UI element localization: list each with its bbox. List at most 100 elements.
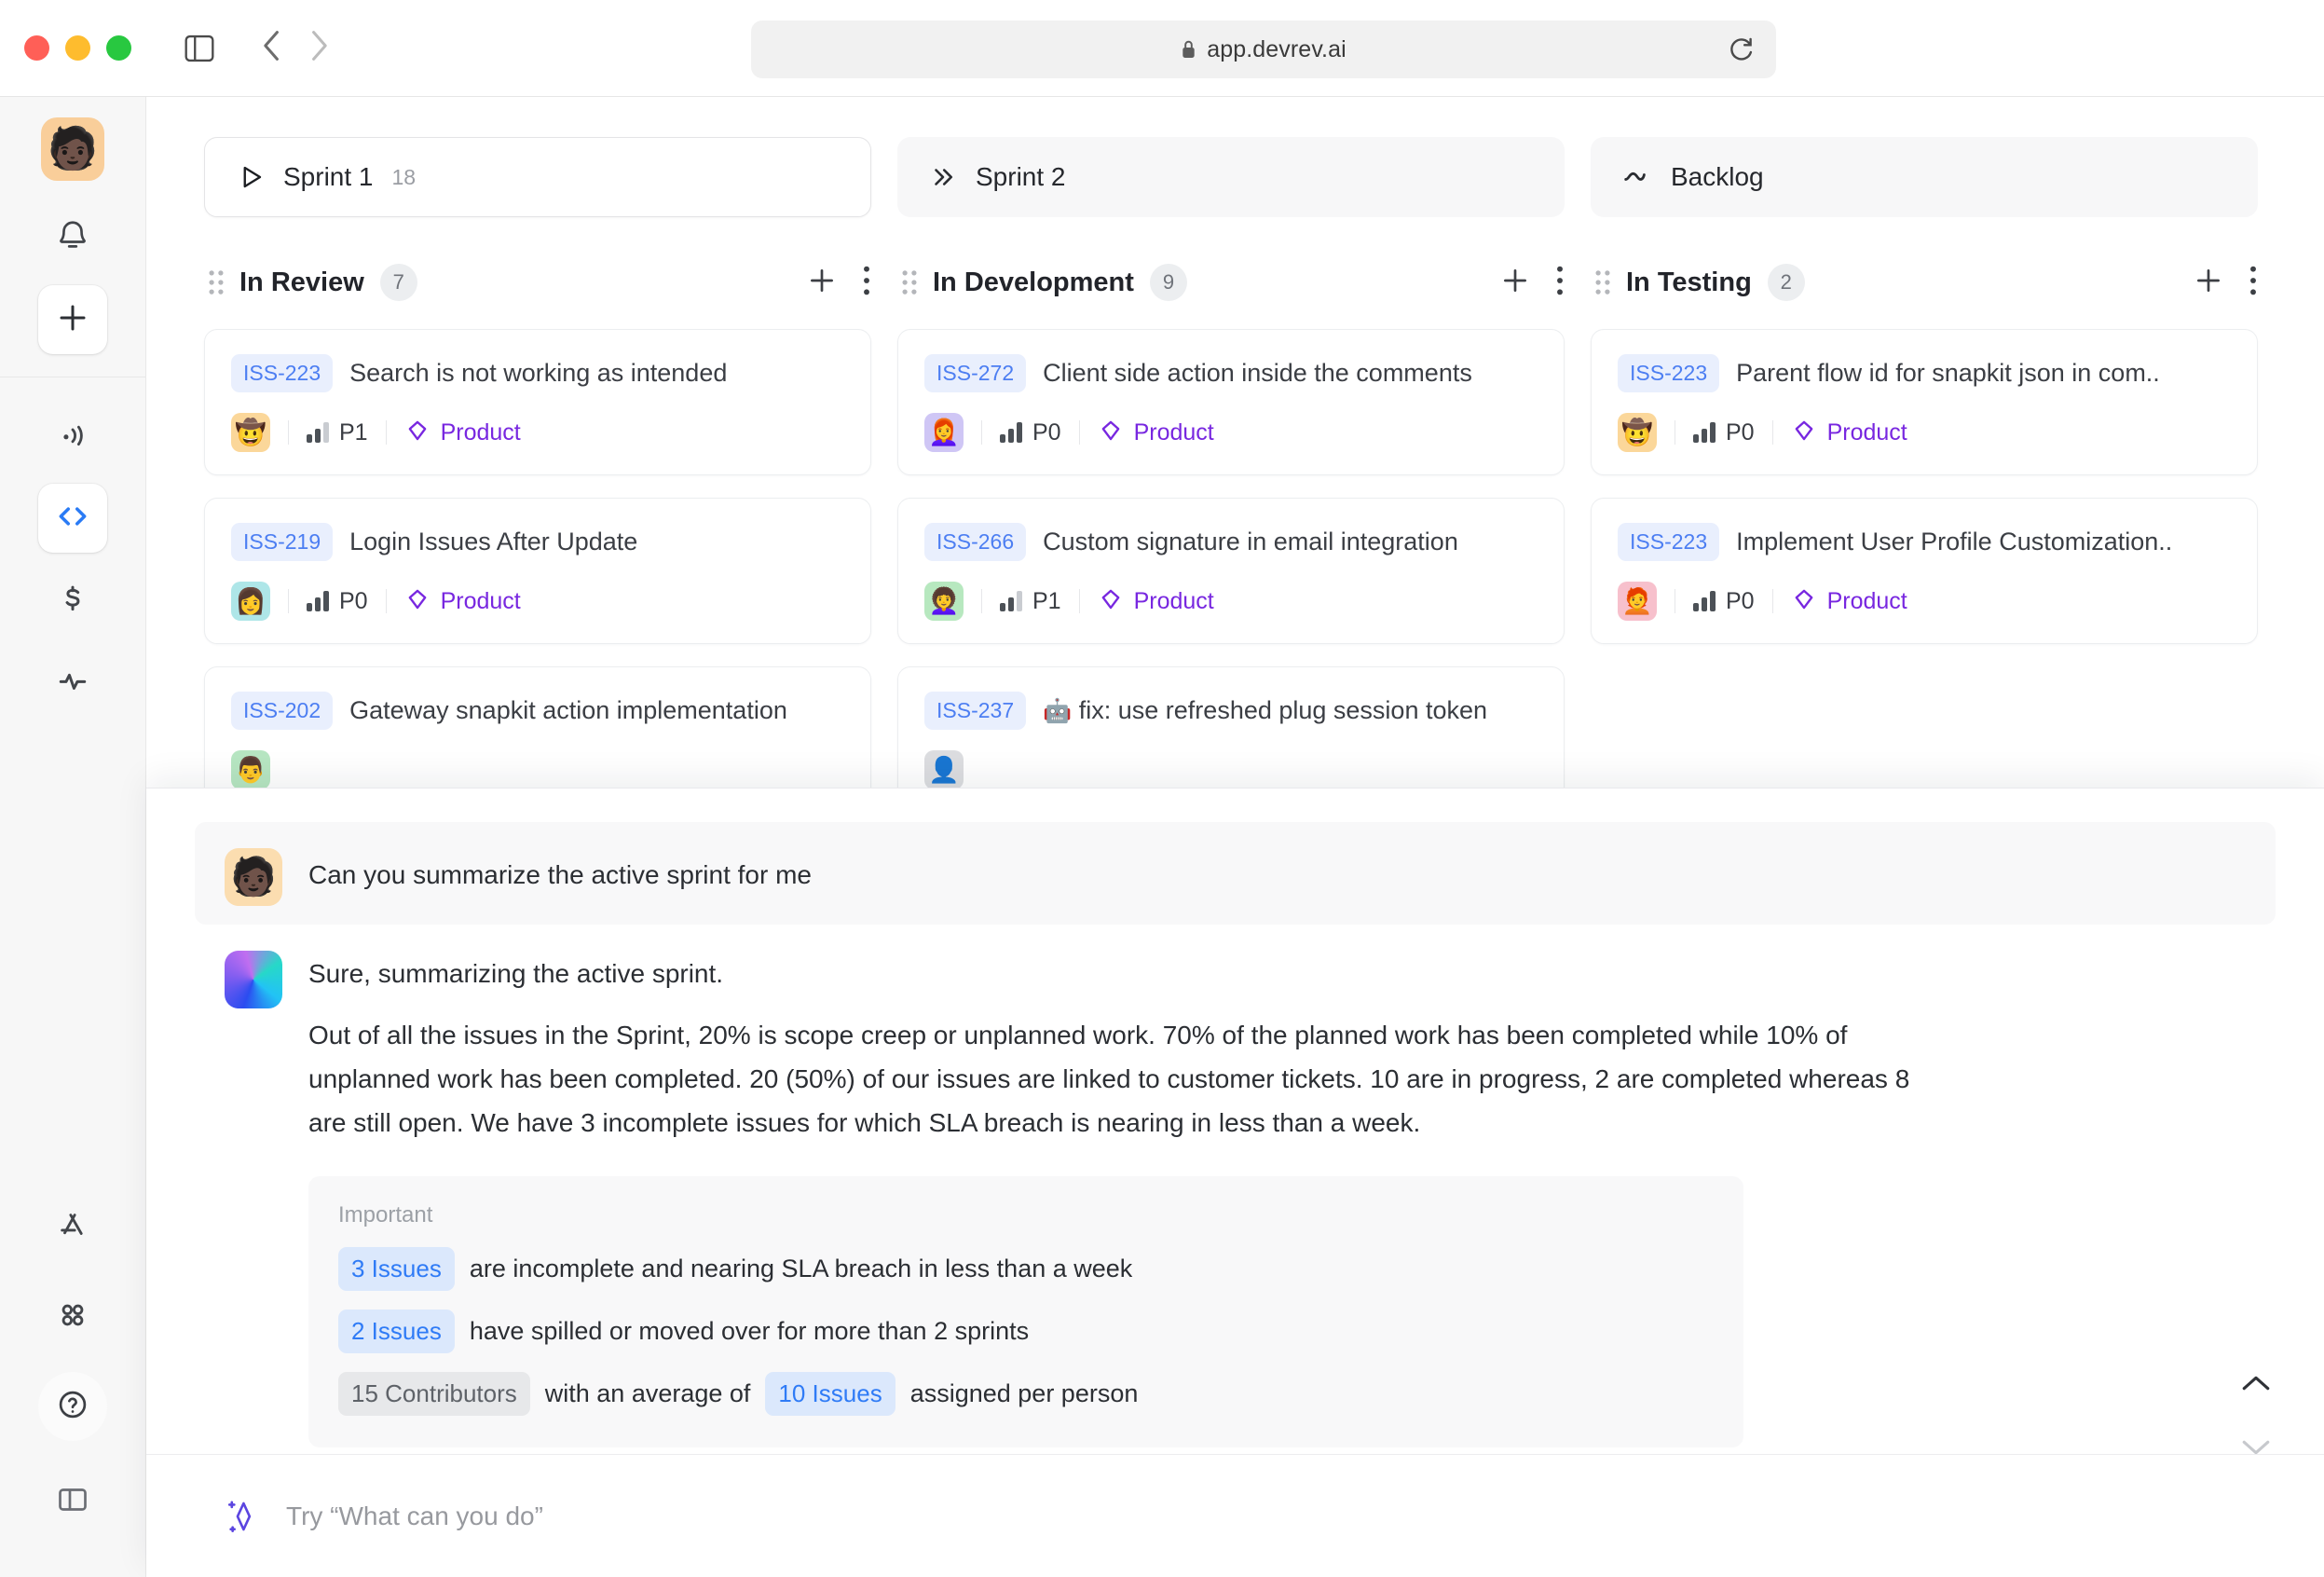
more-vertical-icon[interactable] <box>862 265 871 301</box>
meta-divider <box>1078 589 1080 613</box>
code-brackets-icon <box>55 499 90 539</box>
maximize-window-button[interactable] <box>106 35 131 61</box>
contributors-chip[interactable]: 15 Contributors <box>338 1372 530 1417</box>
issue-id-badge[interactable]: ISS-272 <box>924 354 1027 392</box>
more-vertical-icon[interactable] <box>1555 265 1565 301</box>
meta-divider <box>1078 420 1080 445</box>
sprint-tab-sprint-1[interactable]: Sprint 1 18 <box>204 137 871 217</box>
priority-indicator[interactable]: P0 <box>1000 419 1061 446</box>
part-tag[interactable]: Product <box>404 586 521 617</box>
sidebar-item-broadcast[interactable] <box>38 402 107 471</box>
priority-indicator[interactable]: P1 <box>307 419 368 446</box>
priority-indicator[interactable]: P0 <box>1693 588 1755 615</box>
sprint-tab-sprint-2[interactable]: Sprint 2 <box>897 137 1565 217</box>
column-header: In Development 9 <box>897 256 1565 309</box>
callout-row: 15 Contributors with an average of 10 Is… <box>338 1372 1714 1417</box>
sidebar-item-apps[interactable] <box>38 1193 107 1262</box>
issue-id-badge[interactable]: ISS-219 <box>231 523 334 561</box>
issues-chip[interactable]: 3 Issues <box>338 1247 455 1292</box>
column-title: In Testing <box>1626 267 1752 297</box>
address-bar[interactable]: app.devrev.ai <box>751 21 1776 78</box>
drag-grip-icon[interactable] <box>901 269 918 295</box>
dollar-icon <box>57 583 89 619</box>
issue-id-badge[interactable]: ISS-237 <box>924 692 1027 730</box>
important-callout: Important 3 Issues are incomplete and ne… <box>308 1176 1743 1448</box>
issues-per-person-chip[interactable]: 10 Issues <box>765 1372 895 1417</box>
diamond-icon <box>1791 586 1817 617</box>
minimize-window-button[interactable] <box>65 35 90 61</box>
part-tag[interactable]: Product <box>404 418 521 448</box>
help-button[interactable] <box>38 1372 107 1441</box>
assignee-avatar[interactable]: 👩‍🦰 <box>924 413 964 452</box>
create-button[interactable] <box>38 285 107 354</box>
issue-id-badge[interactable]: ISS-223 <box>1618 354 1720 392</box>
bell-icon <box>55 218 90 258</box>
chat-input-bar[interactable]: Try “What can you do” <box>146 1454 2324 1577</box>
priority-label: P1 <box>339 418 368 446</box>
kanban-column-in-review: In Review 7 ISS-223 Search is not workin… <box>204 256 871 835</box>
add-card-button[interactable] <box>1499 265 1531 301</box>
assignee-avatar[interactable]: 👩 <box>231 582 270 621</box>
assignee-avatar[interactable]: 🤠 <box>231 413 270 452</box>
more-vertical-icon[interactable] <box>2249 265 2258 301</box>
assignee-avatar[interactable]: 👤 <box>924 750 964 789</box>
back-arrow-icon[interactable] <box>262 29 282 67</box>
issue-card[interactable]: ISS-223 Parent flow id for snapkit json … <box>1591 329 2258 475</box>
drag-grip-icon[interactable] <box>208 269 225 295</box>
issue-card[interactable]: ISS-266 Custom signature in email integr… <box>897 498 1565 644</box>
drag-grip-icon[interactable] <box>1594 269 1611 295</box>
priority-indicator[interactable]: P1 <box>1000 588 1061 615</box>
issue-id-badge[interactable]: ISS-266 <box>924 523 1027 561</box>
chevron-up-icon[interactable] <box>2240 1374 2272 1397</box>
part-tag[interactable]: Product <box>1791 586 1907 617</box>
part-tag[interactable]: Product <box>1098 586 1214 617</box>
robot-emoji-icon: 🤖 <box>1043 698 1073 724</box>
kanban-columns: In Review 7 ISS-223 Search is not workin… <box>146 217 2324 835</box>
card-meta: 🤠 P1 Product <box>231 413 844 452</box>
sprint-tab-backlog[interactable]: Backlog <box>1591 137 2258 217</box>
issue-card[interactable]: ISS-272 Client side action inside the co… <box>897 329 1565 475</box>
assignee-avatar[interactable]: 👩‍🦱 <box>924 582 964 621</box>
issues-chip[interactable]: 2 Issues <box>338 1310 455 1354</box>
forward-arrow-icon[interactable] <box>308 29 329 67</box>
sidebar-item-revenue[interactable] <box>38 566 107 635</box>
issue-id-badge[interactable]: ISS-202 <box>231 692 334 730</box>
part-tag[interactable]: Product <box>1098 418 1214 448</box>
sprint-tabs: Sprint 1 18 Sprint 2 Backlog <box>146 97 2324 217</box>
column-title: In Development <box>933 267 1134 297</box>
issue-card[interactable]: ISS-223 Search is not working as intende… <box>204 329 871 475</box>
issue-title: 🤖 fix: use refreshed plug session token <box>1043 696 1487 725</box>
close-window-button[interactable] <box>24 35 49 61</box>
assignee-avatar[interactable]: 🤠 <box>1618 413 1657 452</box>
add-card-button[interactable] <box>2193 265 2224 301</box>
column-count: 9 <box>1149 264 1187 301</box>
meta-divider <box>981 420 982 445</box>
issue-card[interactable]: ISS-223 Implement User Profile Customiza… <box>1591 498 2258 644</box>
priority-bars-icon <box>307 422 329 443</box>
url-text: app.devrev.ai <box>1207 35 1347 62</box>
part-label: Product <box>440 587 521 614</box>
priority-indicator[interactable]: P0 <box>307 588 368 615</box>
issue-id-badge[interactable]: ISS-223 <box>231 354 334 392</box>
user-avatar: 🧑🏿 <box>225 848 282 906</box>
issue-id-badge[interactable]: ISS-223 <box>1618 523 1720 561</box>
assignee-avatar[interactable]: 🧑‍🦰 <box>1618 582 1657 621</box>
sidebar-item-analytics[interactable] <box>38 648 107 717</box>
column-count: 7 <box>379 264 417 301</box>
reload-icon[interactable] <box>1728 35 1756 68</box>
issue-card[interactable]: ISS-219 Login Issues After Update 👩 P0 P… <box>204 498 871 644</box>
sidebar-toggle-icon[interactable] <box>184 34 215 62</box>
user-avatar[interactable]: 🧑🏿 <box>41 117 104 181</box>
issue-title: Search is not working as intended <box>349 359 728 387</box>
part-label: Product <box>1826 587 1907 614</box>
callout-row: 2 Issues have spilled or moved over for … <box>338 1310 1714 1354</box>
sidebar-item-grid[interactable] <box>38 1282 107 1351</box>
add-card-button[interactable] <box>806 265 838 301</box>
panel-toggle-button[interactable] <box>38 1467 107 1536</box>
assignee-avatar[interactable]: 👨 <box>231 750 270 789</box>
notifications-button[interactable] <box>38 203 107 272</box>
sidebar-item-build[interactable] <box>38 484 107 553</box>
priority-indicator[interactable]: P0 <box>1693 419 1755 446</box>
part-tag[interactable]: Product <box>1791 418 1907 448</box>
pulse-icon <box>57 665 89 701</box>
